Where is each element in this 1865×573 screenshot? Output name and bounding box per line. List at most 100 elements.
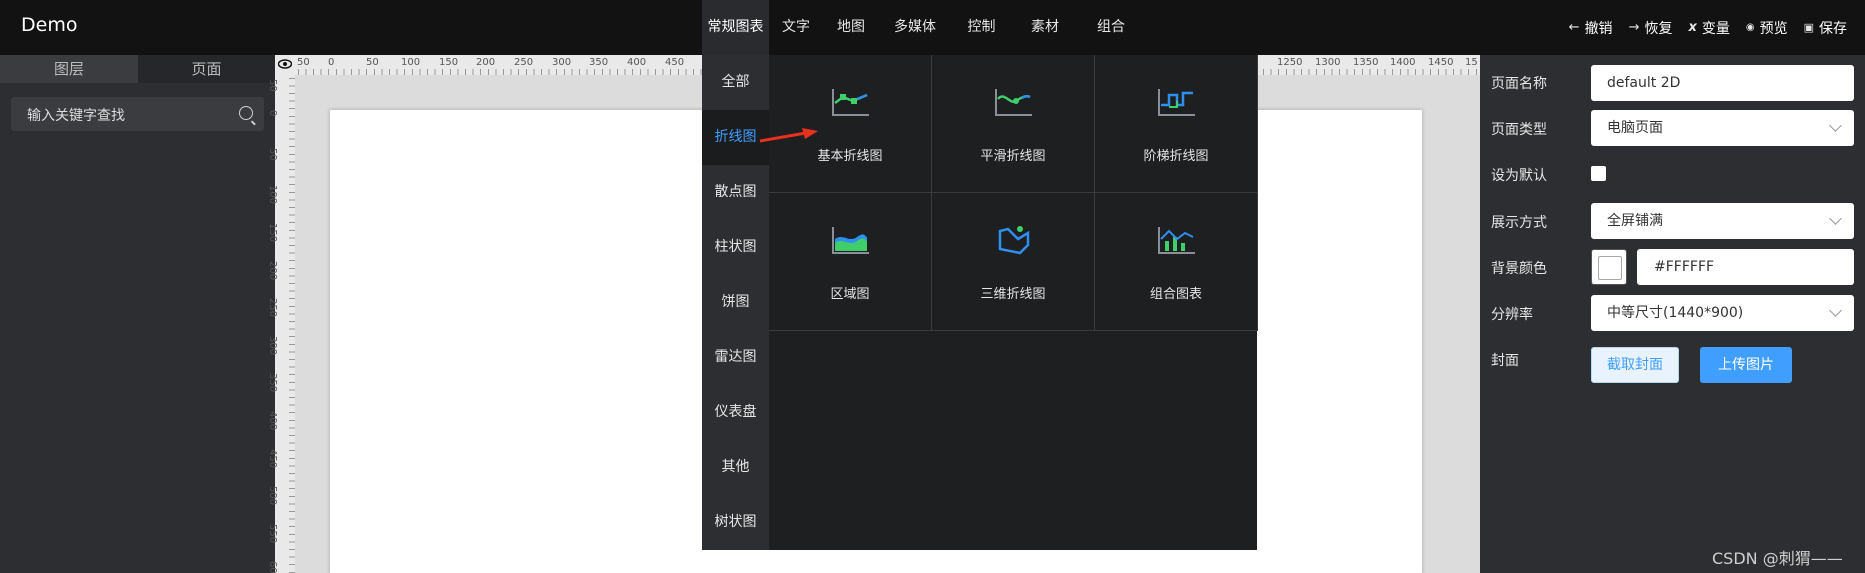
ruler-tick: 15 [1465, 57, 1478, 68]
search-placeholder: 输入关键字查找 [27, 108, 125, 124]
eye-icon: ◉ [1745, 22, 1755, 33]
chart-item-label: 三维折线图 [980, 287, 1046, 302]
chart-item-smooth-line[interactable]: 平滑折线图 [932, 55, 1095, 193]
nav-tab-common-charts[interactable]: 常规图表 [702, 0, 769, 55]
page-type-select[interactable]: 电脑页面 [1591, 110, 1854, 146]
display-mode-value: 全屏铺满 [1607, 213, 1663, 229]
redo-button[interactable]: → 恢复 [1629, 18, 1673, 38]
app-title: Demo [21, 14, 78, 36]
chart-item-step-line[interactable]: 阶梯折线图 [1095, 55, 1258, 193]
basic-line-chart-icon [832, 89, 869, 116]
category-other[interactable]: 其他 [702, 440, 769, 495]
ruler-tick: 150 [267, 223, 278, 243]
redo-label: 恢复 [1644, 20, 1673, 37]
ruler-tick: 250 [267, 298, 278, 318]
page-type-label: 页面类型 [1491, 122, 1547, 138]
redo-arrow-icon: → [1628, 20, 1640, 35]
ruler-tick: 300 [552, 57, 572, 68]
chart-item-basic-line[interactable]: 基本折线图 [769, 55, 932, 193]
undo-label: 撤销 [1584, 20, 1613, 37]
nav-tab-assets[interactable]: 素材 [1012, 0, 1078, 55]
nav-tab-map[interactable]: 地图 [823, 0, 879, 55]
chevron-down-icon [1829, 304, 1842, 317]
ruler-tick: 100 [267, 185, 278, 205]
ruler-tick: 60 [267, 561, 278, 573]
nav-tab-media[interactable]: 多媒体 [879, 0, 951, 55]
ruler-tick: 450 [665, 57, 685, 68]
category-pie[interactable]: 饼图 [702, 275, 769, 330]
ruler-tick: 1300 [1315, 57, 1341, 68]
save-button[interactable]: ▣ 保存 [1804, 18, 1847, 38]
set-default-checkbox[interactable] [1591, 166, 1606, 181]
top-bar: Demo 常规图表 文字 地图 多媒体 控制 素材 组合 ← 撤销 → 恢复 x… [0, 0, 1865, 55]
ruler-tick: 100 [401, 57, 421, 68]
step-line-chart-icon [1158, 89, 1195, 116]
variable-x-icon: x [1688, 20, 1697, 35]
nav-tab-control[interactable]: 控制 [951, 0, 1012, 55]
bg-color-swatch[interactable] [1591, 249, 1627, 285]
undo-arrow-icon: ← [1568, 20, 1580, 35]
combo-chart-icon [1158, 227, 1195, 254]
chart-item-label: 组合图表 [1149, 287, 1202, 302]
nav-tab-group[interactable]: 组合 [1078, 0, 1144, 55]
ruler-visibility-toggle[interactable] [275, 55, 295, 75]
chart-item-label: 基本折线图 [817, 149, 883, 164]
ruler-tick: 300 [267, 336, 278, 356]
ruler-tick: 150 [439, 57, 459, 68]
preview-button[interactable]: ◉ 预览 [1746, 18, 1788, 38]
chart-item-combo[interactable]: 组合图表 [1095, 193, 1258, 331]
bg-color-input[interactable]: #FFFFFF [1637, 249, 1854, 285]
category-all[interactable]: 全部 [702, 55, 769, 110]
save-label: 保存 [1819, 20, 1847, 37]
ruler-tick: 200 [476, 57, 496, 68]
tab-layers[interactable]: 图层 [0, 55, 138, 83]
category-gauge[interactable]: 仪表盘 [702, 385, 769, 440]
left-tabs: 图层 页面 [0, 55, 275, 83]
ruler-tick: 250 [514, 57, 534, 68]
ruler-tick: 50 [267, 148, 278, 161]
page-name-input[interactable]: default 2D [1591, 65, 1854, 101]
category-scatter[interactable]: 散点图 [702, 165, 769, 220]
chevron-down-icon [1829, 119, 1842, 132]
category-tree[interactable]: 树状图 [702, 495, 769, 550]
variables-button[interactable]: x 变量 [1688, 18, 1729, 38]
variables-label: 变量 [1701, 20, 1730, 37]
page-type-value: 电脑页面 [1607, 120, 1663, 136]
chart-item-3d-line[interactable]: 三维折线图 [932, 193, 1095, 331]
area-chart-icon [832, 227, 869, 254]
chart-item-area[interactable]: 区域图 [769, 193, 932, 331]
chart-item-label: 阶梯折线图 [1143, 149, 1209, 164]
search-icon[interactable] [239, 106, 253, 120]
ruler-tick: 0 [328, 57, 335, 68]
page-name-label: 页面名称 [1491, 76, 1547, 92]
smooth-line-chart-icon [995, 89, 1032, 116]
nav-tab-text[interactable]: 文字 [769, 0, 823, 55]
cover-label: 封面 [1491, 353, 1519, 369]
ruler-tick: 500 [267, 486, 278, 506]
chart-item-label: 平滑折线图 [980, 149, 1046, 164]
ruler-tick: 200 [267, 261, 278, 281]
ruler-tick: 400 [627, 57, 647, 68]
display-mode-select[interactable]: 全屏铺满 [1591, 203, 1854, 239]
resolution-label: 分辨率 [1491, 307, 1533, 323]
ruler-tick: 450 [267, 449, 278, 469]
undo-button[interactable]: ← 撤销 [1569, 18, 1613, 38]
upload-image-button[interactable]: 上传图片 [1700, 347, 1792, 383]
bg-color-label: 背景颜色 [1491, 261, 1547, 277]
vertical-ruler: 50 0 50 100 150 200 250 300 350 400 450 … [267, 55, 295, 573]
category-bar[interactable]: 柱状图 [702, 220, 769, 275]
ruler-tick: 1250 [1277, 57, 1303, 68]
resolution-select[interactable]: 中等尺寸(1440*900) [1591, 295, 1854, 331]
tab-page[interactable]: 页面 [138, 55, 275, 83]
search-input[interactable]: 输入关键字查找 [11, 97, 264, 131]
ruler-tick: 1350 [1353, 57, 1379, 68]
capture-cover-button[interactable]: 截取封面 [1591, 347, 1679, 383]
category-radar[interactable]: 雷达图 [702, 330, 769, 385]
left-panel: 图层 页面 输入关键字查找 [0, 55, 275, 573]
toolbar-actions: ← 撤销 → 恢复 x 变量 ◉ 预览 ▣ 保存 [1569, 0, 1847, 55]
chart-type-grid: 基本折线图 平滑折线图 阶梯折线图 区域图 三维折线图 组合图表 [769, 55, 1258, 550]
eye-icon [277, 59, 293, 69]
ruler-tick: 50 [366, 57, 379, 68]
3d-line-chart-icon [998, 226, 1030, 255]
annotation-arrow-icon [759, 128, 818, 143]
